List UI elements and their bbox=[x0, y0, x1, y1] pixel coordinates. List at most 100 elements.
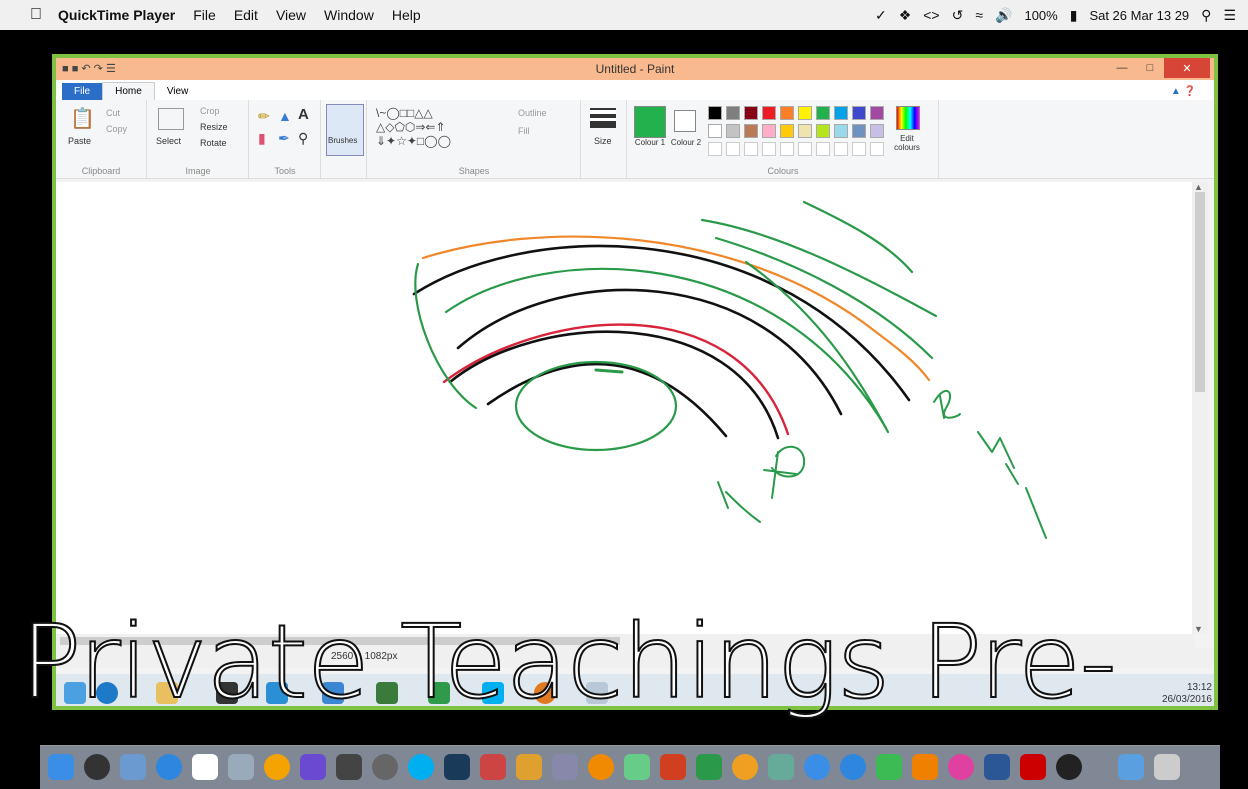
minimize-icon[interactable]: — bbox=[1108, 58, 1136, 78]
check-icon[interactable]: ✓ bbox=[875, 7, 887, 24]
powerpoint-icon[interactable] bbox=[660, 754, 686, 780]
battery-icon[interactable]: ▮ bbox=[1070, 7, 1078, 24]
size-button[interactable]: Size bbox=[594, 136, 612, 146]
photos-icon[interactable] bbox=[264, 754, 290, 780]
select-icon[interactable] bbox=[158, 108, 184, 130]
code-icon[interactable]: <> bbox=[923, 7, 939, 23]
rotate-button[interactable]: Rotate bbox=[200, 138, 227, 148]
messages-icon[interactable] bbox=[804, 754, 830, 780]
calendar-icon[interactable] bbox=[192, 754, 218, 780]
text-icon[interactable]: A bbox=[298, 106, 309, 123]
palette-swatch[interactable] bbox=[726, 124, 740, 138]
custom-colour-slot[interactable] bbox=[816, 142, 830, 156]
outline-button[interactable]: Outline bbox=[518, 108, 547, 118]
safari-icon[interactable] bbox=[156, 754, 182, 780]
edit-colours-button[interactable]: Edit colours bbox=[888, 134, 926, 152]
size-icon[interactable] bbox=[590, 108, 616, 128]
palette-swatch[interactable] bbox=[762, 106, 776, 120]
vlc-icon[interactable] bbox=[912, 754, 938, 780]
close-icon[interactable]: ✕ bbox=[1164, 58, 1210, 78]
vertical-scrollbar[interactable]: ▲ ▼ bbox=[1192, 182, 1208, 634]
fill-button[interactable]: Fill bbox=[518, 126, 530, 136]
word-icon[interactable] bbox=[984, 754, 1010, 780]
custom-colour-slot[interactable] bbox=[762, 142, 776, 156]
palette-swatch[interactable] bbox=[708, 106, 722, 120]
time-machine-icon[interactable]: ↺ bbox=[952, 7, 964, 24]
paste-icon[interactable]: 📋 bbox=[70, 106, 95, 131]
launchpad-icon[interactable] bbox=[84, 754, 110, 780]
palette-swatch[interactable] bbox=[834, 124, 848, 138]
menu-window[interactable]: Window bbox=[324, 7, 374, 23]
downloads-icon[interactable] bbox=[1118, 754, 1144, 780]
scroll-up-icon[interactable]: ▲ bbox=[1194, 182, 1203, 192]
shapes-gallery-icon[interactable]: \~◯□□△△ △◇⬠⬡⇒⇐⇑ ⇓✦☆✦□◯◯ bbox=[376, 106, 451, 148]
finder-icon[interactable] bbox=[48, 754, 74, 780]
menu-help[interactable]: Help bbox=[392, 7, 421, 23]
colour2-button[interactable]: Colour 2 bbox=[670, 138, 702, 147]
app-dock-5[interactable] bbox=[768, 754, 794, 780]
custom-colour-slot[interactable] bbox=[708, 142, 722, 156]
tab-home[interactable]: Home bbox=[102, 82, 155, 100]
app-dock-6[interactable] bbox=[876, 754, 902, 780]
spotlight-icon[interactable]: ⚲ bbox=[1201, 7, 1211, 24]
edit-colours-icon[interactable] bbox=[896, 106, 920, 130]
palette-swatch[interactable] bbox=[762, 124, 776, 138]
acrobat-icon[interactable] bbox=[1020, 754, 1046, 780]
kindle-icon[interactable] bbox=[444, 754, 470, 780]
app-dock-1[interactable] bbox=[228, 754, 254, 780]
ibooks-icon[interactable] bbox=[588, 754, 614, 780]
custom-colour-slot[interactable] bbox=[870, 142, 884, 156]
palette-swatch[interactable] bbox=[816, 106, 830, 120]
custom-colour-slot[interactable] bbox=[852, 142, 866, 156]
copy-button[interactable]: Copy bbox=[106, 124, 127, 134]
menu-file[interactable]: File bbox=[193, 7, 216, 23]
pencil-icon[interactable]: ✏ bbox=[258, 108, 270, 125]
trash-icon[interactable] bbox=[1154, 754, 1180, 780]
app-dock-2[interactable] bbox=[516, 754, 542, 780]
palette-swatch[interactable] bbox=[798, 106, 812, 120]
system-preferences-icon[interactable] bbox=[372, 754, 398, 780]
colour1-swatch[interactable] bbox=[634, 106, 666, 138]
palette-swatch[interactable] bbox=[726, 106, 740, 120]
menu-view[interactable]: View bbox=[276, 7, 306, 23]
palette-swatch[interactable] bbox=[780, 124, 794, 138]
palette-swatch[interactable] bbox=[870, 106, 884, 120]
eraser-icon[interactable]: ▮ bbox=[258, 130, 266, 147]
imovie-icon[interactable] bbox=[300, 754, 326, 780]
custom-colour-slot[interactable] bbox=[726, 142, 740, 156]
palette-swatch[interactable] bbox=[870, 124, 884, 138]
custom-colour-slot[interactable] bbox=[834, 142, 848, 156]
skype-icon[interactable] bbox=[408, 754, 434, 780]
brushes-icon[interactable] bbox=[326, 104, 364, 156]
palette-swatch[interactable] bbox=[816, 124, 830, 138]
custom-colour-slot[interactable] bbox=[780, 142, 794, 156]
paste-button[interactable]: Paste bbox=[68, 136, 91, 146]
colour2-swatch[interactable] bbox=[674, 110, 696, 132]
apple-icon[interactable]:  bbox=[30, 6, 42, 24]
app-dock-4[interactable] bbox=[624, 754, 650, 780]
excel-icon[interactable] bbox=[696, 754, 722, 780]
app-dock-3[interactable] bbox=[552, 754, 578, 780]
palette-swatch[interactable] bbox=[798, 124, 812, 138]
menu-edit[interactable]: Edit bbox=[234, 7, 258, 23]
select-button[interactable]: Select bbox=[156, 136, 181, 146]
clock[interactable]: Sat 26 Mar 13 29 bbox=[1089, 8, 1189, 23]
facetime-icon[interactable] bbox=[840, 754, 866, 780]
resize-button[interactable]: Resize bbox=[200, 122, 228, 132]
colour1-button[interactable]: Colour 1 bbox=[634, 138, 666, 147]
maximize-icon[interactable]: □ bbox=[1136, 58, 1164, 78]
quicktime-icon[interactable] bbox=[1056, 754, 1082, 780]
photo-booth-icon[interactable] bbox=[336, 754, 362, 780]
drawing-canvas[interactable] bbox=[56, 182, 1194, 634]
brushes-button[interactable]: Brushes bbox=[328, 136, 357, 145]
dropbox-icon[interactable]: ❖ bbox=[899, 7, 912, 24]
palette-swatch[interactable] bbox=[780, 106, 794, 120]
custom-colour-slot[interactable] bbox=[798, 142, 812, 156]
wifi-icon[interactable]: ≈ bbox=[975, 7, 983, 23]
notification-center-icon[interactable]: ☰ bbox=[1223, 7, 1236, 24]
fill-icon[interactable]: ▲ bbox=[278, 108, 292, 124]
palette-swatch[interactable] bbox=[708, 124, 722, 138]
tab-file[interactable]: File bbox=[62, 83, 103, 100]
app-name[interactable]: QuickTime Player bbox=[58, 7, 175, 23]
help-icon[interactable]: ▲ ❓ bbox=[1159, 83, 1208, 100]
